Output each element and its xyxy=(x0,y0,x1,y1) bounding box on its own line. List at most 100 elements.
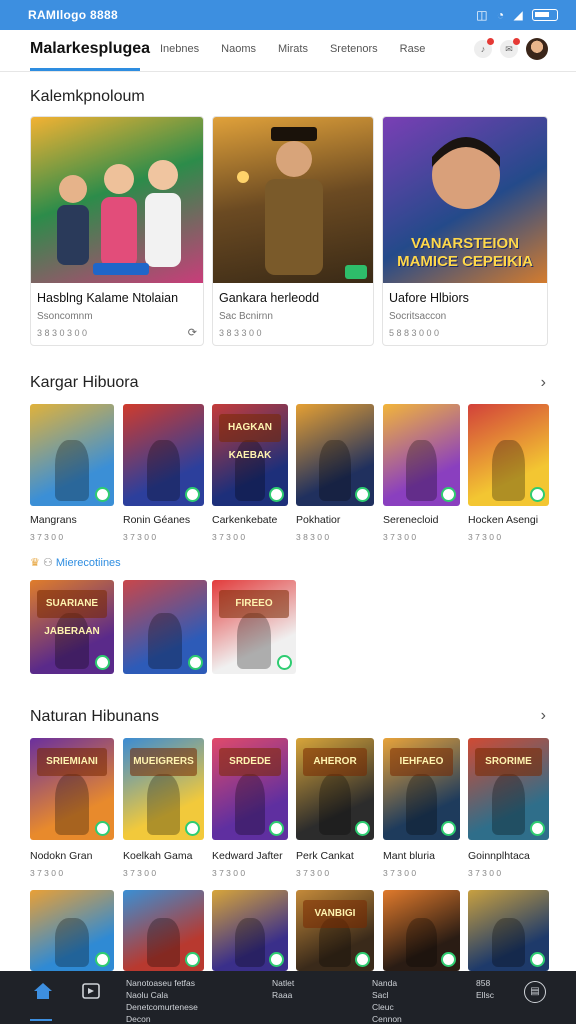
featured-card-1-title: Hasblng Kalame Ntolaian xyxy=(37,291,179,305)
platform-badge-icon xyxy=(530,821,545,836)
tile-logo-text: HAGKAN KAEBAK xyxy=(219,414,281,461)
row1-tile-6[interactable] xyxy=(468,404,549,506)
row2-tile-6-title: Goinnplhtaca xyxy=(468,850,530,862)
bottom-column-2[interactable]: Natlet Raaa xyxy=(272,977,294,1001)
row2-tile-1[interactable]: SRIEMIANI xyxy=(30,738,114,840)
people-illustration xyxy=(57,160,181,275)
row3-tile-5[interactable] xyxy=(383,890,460,971)
featured-card-1-subtitle: Ssoncomnm xyxy=(37,311,93,322)
character-art xyxy=(147,773,180,835)
nav-link-5[interactable]: Rase xyxy=(400,43,426,55)
character-art xyxy=(319,773,351,835)
platform-badge-icon xyxy=(441,952,456,967)
row2-tile-3-meta: 3 7 3 0 0 xyxy=(212,868,246,878)
library-icon[interactable] xyxy=(80,981,102,1001)
featured-card-1[interactable]: Hasblng Kalame Ntolaian Ssoncomnm 3 8 3 … xyxy=(30,116,204,346)
bottom-col4-line2: Ellsc xyxy=(476,990,494,1000)
row2-title: Naturan Hibunans xyxy=(30,708,159,725)
row2-tile-5[interactable]: IEHFAEO xyxy=(383,738,460,840)
featured-section-title: Kalemkpnoloum xyxy=(30,88,145,105)
platform-badge-icon xyxy=(530,952,545,967)
nav-link-4[interactable]: Sretenors xyxy=(330,43,378,55)
character-art xyxy=(147,439,180,501)
badge-row-label: Mierecotiines xyxy=(55,557,121,569)
platform-badge-icon xyxy=(355,487,370,502)
platform-badge-icon xyxy=(95,487,110,502)
wifi-icon: ◔ xyxy=(496,8,505,22)
home-icon[interactable] xyxy=(32,981,54,1001)
bottom-col1-line4: Decon xyxy=(126,1014,151,1024)
row2-tile-4[interactable]: AHEROR xyxy=(296,738,374,840)
top-navigation: Malarkesplugea Inebnes Naoms Mirats Sret… xyxy=(0,30,576,72)
row1-tile-4[interactable] xyxy=(296,404,374,506)
character-art xyxy=(492,439,525,501)
notification-badge xyxy=(487,38,494,45)
tile-logo-text: SRDEDE xyxy=(219,748,281,776)
row1-chevron-right-icon[interactable]: › xyxy=(541,374,546,392)
row2-tile-2[interactable]: MUEIGRERS xyxy=(123,738,204,840)
row3-tile-4[interactable]: VANBIGI xyxy=(296,890,374,971)
nav-link-2[interactable]: Naoms xyxy=(221,43,256,55)
nav-link-1[interactable]: Inebnes xyxy=(160,43,199,55)
featured-card-2[interactable]: Gankara herleodd Sac Bcnirnn 3 8 3 3 0 0 xyxy=(212,116,374,346)
row2-chevron-right-icon[interactable]: › xyxy=(541,707,546,725)
mini-tile-2[interactable] xyxy=(123,580,207,674)
row2-tile-1-title: Nodokn Gran xyxy=(30,850,93,862)
platform-badge-icon xyxy=(269,821,284,836)
row1-tile-2[interactable] xyxy=(123,404,204,506)
featured-card-1-image xyxy=(31,117,203,283)
platform-badge-icon xyxy=(95,655,110,670)
row1-tile-3-meta: 3 7 3 0 0 xyxy=(212,532,246,542)
row1-tile-6-title: Hocken Asengi xyxy=(468,514,539,526)
message-badge xyxy=(513,38,520,45)
row1-tile-3[interactable]: HAGKAN KAEBAK xyxy=(212,404,288,506)
character-art xyxy=(406,439,437,501)
platform-badge-icon xyxy=(530,487,545,502)
tile-logo-text: MUEIGRERS xyxy=(130,748,197,776)
platform-badge-icon xyxy=(277,655,292,670)
brand-logo[interactable]: Malarkesplugea xyxy=(30,40,150,58)
bottom-col2-line1: Natlet xyxy=(272,978,295,988)
badge-row[interactable]: ♛ ⚇ Mierecotiines xyxy=(30,556,121,569)
row3-tile-6[interactable] xyxy=(468,890,549,971)
character-art xyxy=(237,612,271,670)
row1-tile-1[interactable] xyxy=(30,404,114,506)
row3-tile-1[interactable] xyxy=(30,890,114,971)
home-active-indicator xyxy=(30,1019,52,1021)
trophy-icon: ♛ xyxy=(30,557,40,569)
character-art xyxy=(406,773,437,835)
menu-icon[interactable]: ▤ xyxy=(524,981,546,1003)
row1-tile-5[interactable] xyxy=(383,404,460,506)
row2-tile-6[interactable]: SRORIME xyxy=(468,738,549,840)
nav-links: Inebnes Naoms Mirats Sretenors Rase xyxy=(160,43,447,55)
platform-badge-icon xyxy=(185,952,200,967)
refresh-icon[interactable]: ⟳ xyxy=(188,326,197,339)
row2-tile-3[interactable]: SRDEDE xyxy=(212,738,288,840)
active-tab-indicator xyxy=(30,68,140,71)
message-icon[interactable]: ✉ xyxy=(500,38,520,58)
platform-badge-icon xyxy=(185,821,200,836)
platform-badge-icon xyxy=(355,952,370,967)
row3-tile-3[interactable] xyxy=(212,890,288,971)
mini-tile-3[interactable]: FIREEO xyxy=(212,580,296,674)
character-art xyxy=(148,612,182,670)
row1-tile-1-meta: 3 7 3 0 0 xyxy=(30,532,64,542)
tile-logo-text: VANBIGI xyxy=(303,900,367,928)
row2-tile-2-meta: 3 7 3 0 0 xyxy=(123,868,157,878)
bottom-column-3[interactable]: Nanda Sacl Cleuc Cennon xyxy=(372,977,402,1024)
bottom-column-1[interactable]: Nanotoaseu fetfas Naolu Cala Denetcomurt… xyxy=(126,977,198,1024)
featured-card-3-subtitle: Socritsaccon xyxy=(389,311,447,322)
notification-icon[interactable]: ♪ xyxy=(474,38,494,58)
bottom-col2-line2: Raaa xyxy=(272,990,293,1000)
platform-badge-icon xyxy=(185,487,200,502)
tile-logo-text: SRIEMIANI xyxy=(37,748,107,776)
row3-tile-2[interactable] xyxy=(123,890,204,971)
nav-link-3[interactable]: Mirats xyxy=(278,43,308,55)
row1-tile-6-meta: 3 7 3 0 0 xyxy=(468,532,502,542)
avatar[interactable] xyxy=(526,38,548,60)
row1-tile-2-title: Ronin Géanes xyxy=(123,514,191,526)
row1-tile-5-meta: 3 7 3 0 0 xyxy=(383,532,417,542)
featured-card-3[interactable]: VANARSTEION MAMICE CEPEIKIA Uafore Hlbio… xyxy=(382,116,548,346)
bottom-column-4[interactable]: 858 Ellsc xyxy=(476,977,494,1001)
mini-tile-1[interactable]: SUARIANE JABERAAN xyxy=(30,580,114,674)
